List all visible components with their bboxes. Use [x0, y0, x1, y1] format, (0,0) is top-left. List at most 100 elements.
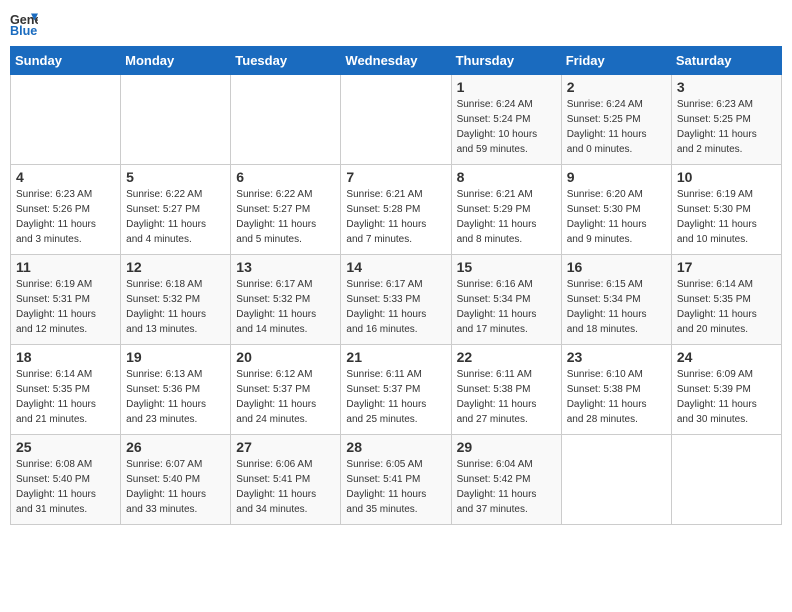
day-info: Sunrise: 6:14 AM Sunset: 5:35 PM Dayligh… [677, 277, 776, 337]
day-number: 23 [567, 349, 666, 365]
week-row-4: 18 Sunrise: 6:14 AM Sunset: 5:35 PM Dayli… [11, 345, 782, 435]
page-header: General Blue [10, 10, 782, 38]
day-info: Sunrise: 6:15 AM Sunset: 5:34 PM Dayligh… [567, 277, 666, 337]
weekday-header-wednesday: Wednesday [341, 47, 451, 75]
day-number: 12 [126, 259, 225, 275]
day-number: 8 [457, 169, 556, 185]
day-cell: 9Sunrise: 6:20 AM Sunset: 5:30 PM Daylig… [561, 165, 671, 255]
day-cell: 8 Sunrise: 6:21 AM Sunset: 5:29 PM Daylig… [451, 165, 561, 255]
day-number: 7 [346, 169, 445, 185]
calendar-table: SundayMondayTuesdayWednesdayThursdayFrid… [10, 46, 782, 525]
day-cell [231, 75, 341, 165]
day-info: Sunrise: 6:05 AM Sunset: 5:41 PM Dayligh… [346, 457, 445, 517]
day-info: Sunrise: 6:11 AM Sunset: 5:38 PM Dayligh… [457, 367, 556, 427]
day-cell [561, 435, 671, 525]
weekday-header-thursday: Thursday [451, 47, 561, 75]
day-number: 25 [16, 439, 115, 455]
day-cell: 22 Sunrise: 6:11 AM Sunset: 5:38 PM Dayli… [451, 345, 561, 435]
day-number: 26 [126, 439, 225, 455]
day-info: Sunrise: 6:23 AM Sunset: 5:26 PM Dayligh… [16, 187, 115, 247]
day-info: Sunrise: 6:19 AM Sunset: 5:30 PM Dayligh… [677, 187, 776, 247]
day-info: Sunrise: 6:17 AM Sunset: 5:32 PM Dayligh… [236, 277, 335, 337]
day-info: Sunrise: 6:11 AM Sunset: 5:37 PM Dayligh… [346, 367, 445, 427]
day-info: Sunrise: 6:04 AM Sunset: 5:42 PM Dayligh… [457, 457, 556, 517]
day-number: 29 [457, 439, 556, 455]
day-cell: 13 Sunrise: 6:17 AM Sunset: 5:32 PM Dayli… [231, 255, 341, 345]
day-number: 22 [457, 349, 556, 365]
day-number: 2 [567, 79, 666, 95]
day-number: 18 [16, 349, 115, 365]
day-cell: 4 Sunrise: 6:23 AM Sunset: 5:26 PM Daylig… [11, 165, 121, 255]
day-info: Sunrise: 6:06 AM Sunset: 5:41 PM Dayligh… [236, 457, 335, 517]
weekday-header-monday: Monday [121, 47, 231, 75]
day-info: Sunrise: 6:17 AM Sunset: 5:33 PM Dayligh… [346, 277, 445, 337]
day-number: 19 [126, 349, 225, 365]
day-cell: 20 Sunrise: 6:12 AM Sunset: 5:37 PM Dayli… [231, 345, 341, 435]
day-cell: 11 Sunrise: 6:19 AM Sunset: 5:31 PM Dayli… [11, 255, 121, 345]
day-cell [121, 75, 231, 165]
day-cell: 28 Sunrise: 6:05 AM Sunset: 5:41 PM Dayli… [341, 435, 451, 525]
day-cell: 17 Sunrise: 6:14 AM Sunset: 5:35 PM Dayli… [671, 255, 781, 345]
week-row-3: 11 Sunrise: 6:19 AM Sunset: 5:31 PM Dayli… [11, 255, 782, 345]
day-info: Sunrise: 6:18 AM Sunset: 5:32 PM Dayligh… [126, 277, 225, 337]
day-number: 6 [236, 169, 335, 185]
day-cell: 7 Sunrise: 6:21 AM Sunset: 5:28 PM Daylig… [341, 165, 451, 255]
day-cell: 24Sunrise: 6:09 AM Sunset: 5:39 PM Dayli… [671, 345, 781, 435]
day-cell [11, 75, 121, 165]
day-info: Sunrise: 6:21 AM Sunset: 5:29 PM Dayligh… [457, 187, 556, 247]
logo-icon: General Blue [10, 10, 38, 38]
day-number: 16 [567, 259, 666, 275]
day-number: 17 [677, 259, 776, 275]
day-number: 4 [16, 169, 115, 185]
svg-text:Blue: Blue [10, 24, 37, 38]
day-cell: 14Sunrise: 6:17 AM Sunset: 5:33 PM Dayli… [341, 255, 451, 345]
day-cell: 27 Sunrise: 6:06 AM Sunset: 5:41 PM Dayli… [231, 435, 341, 525]
day-info: Sunrise: 6:09 AM Sunset: 5:39 PM Dayligh… [677, 367, 776, 427]
day-number: 13 [236, 259, 335, 275]
day-cell [341, 75, 451, 165]
day-info: Sunrise: 6:21 AM Sunset: 5:28 PM Dayligh… [346, 187, 445, 247]
weekday-header-sunday: Sunday [11, 47, 121, 75]
day-info: Sunrise: 6:14 AM Sunset: 5:35 PM Dayligh… [16, 367, 115, 427]
day-info: Sunrise: 6:07 AM Sunset: 5:40 PM Dayligh… [126, 457, 225, 517]
day-cell [671, 435, 781, 525]
week-row-5: 25 Sunrise: 6:08 AM Sunset: 5:40 PM Dayli… [11, 435, 782, 525]
day-number: 28 [346, 439, 445, 455]
day-cell: 16 Sunrise: 6:15 AM Sunset: 5:34 PM Dayli… [561, 255, 671, 345]
day-info: Sunrise: 6:19 AM Sunset: 5:31 PM Dayligh… [16, 277, 115, 337]
day-cell: 19 Sunrise: 6:13 AM Sunset: 5:36 PM Dayli… [121, 345, 231, 435]
day-cell: 10Sunrise: 6:19 AM Sunset: 5:30 PM Dayli… [671, 165, 781, 255]
day-cell: 15Sunrise: 6:16 AM Sunset: 5:34 PM Dayli… [451, 255, 561, 345]
day-number: 3 [677, 79, 776, 95]
day-cell: 21Sunrise: 6:11 AM Sunset: 5:37 PM Dayli… [341, 345, 451, 435]
day-info: Sunrise: 6:24 AM Sunset: 5:24 PM Dayligh… [457, 97, 556, 157]
day-cell: 2 Sunrise: 6:24 AM Sunset: 5:25 PM Daylig… [561, 75, 671, 165]
weekday-header-saturday: Saturday [671, 47, 781, 75]
weekday-header-tuesday: Tuesday [231, 47, 341, 75]
day-info: Sunrise: 6:10 AM Sunset: 5:38 PM Dayligh… [567, 367, 666, 427]
day-number: 27 [236, 439, 335, 455]
day-number: 11 [16, 259, 115, 275]
day-cell: 18 Sunrise: 6:14 AM Sunset: 5:35 PM Dayli… [11, 345, 121, 435]
day-cell: 29 Sunrise: 6:04 AM Sunset: 5:42 PM Dayli… [451, 435, 561, 525]
calendar-body: 1 Sunrise: 6:24 AM Sunset: 5:24 PM Daylig… [11, 75, 782, 525]
day-info: Sunrise: 6:22 AM Sunset: 5:27 PM Dayligh… [236, 187, 335, 247]
day-info: Sunrise: 6:13 AM Sunset: 5:36 PM Dayligh… [126, 367, 225, 427]
day-info: Sunrise: 6:22 AM Sunset: 5:27 PM Dayligh… [126, 187, 225, 247]
day-info: Sunrise: 6:23 AM Sunset: 5:25 PM Dayligh… [677, 97, 776, 157]
day-info: Sunrise: 6:24 AM Sunset: 5:25 PM Dayligh… [567, 97, 666, 157]
calendar-header: SundayMondayTuesdayWednesdayThursdayFrid… [11, 47, 782, 75]
day-info: Sunrise: 6:08 AM Sunset: 5:40 PM Dayligh… [16, 457, 115, 517]
day-cell: 3 Sunrise: 6:23 AM Sunset: 5:25 PM Daylig… [671, 75, 781, 165]
day-number: 1 [457, 79, 556, 95]
day-number: 20 [236, 349, 335, 365]
day-number: 15 [457, 259, 556, 275]
logo: General Blue [10, 10, 42, 38]
week-row-2: 4 Sunrise: 6:23 AM Sunset: 5:26 PM Daylig… [11, 165, 782, 255]
day-number: 5 [126, 169, 225, 185]
weekday-header-row: SundayMondayTuesdayWednesdayThursdayFrid… [11, 47, 782, 75]
day-info: Sunrise: 6:12 AM Sunset: 5:37 PM Dayligh… [236, 367, 335, 427]
day-cell: 26 Sunrise: 6:07 AM Sunset: 5:40 PM Dayli… [121, 435, 231, 525]
day-number: 9 [567, 169, 666, 185]
day-cell: 23 Sunrise: 6:10 AM Sunset: 5:38 PM Dayli… [561, 345, 671, 435]
